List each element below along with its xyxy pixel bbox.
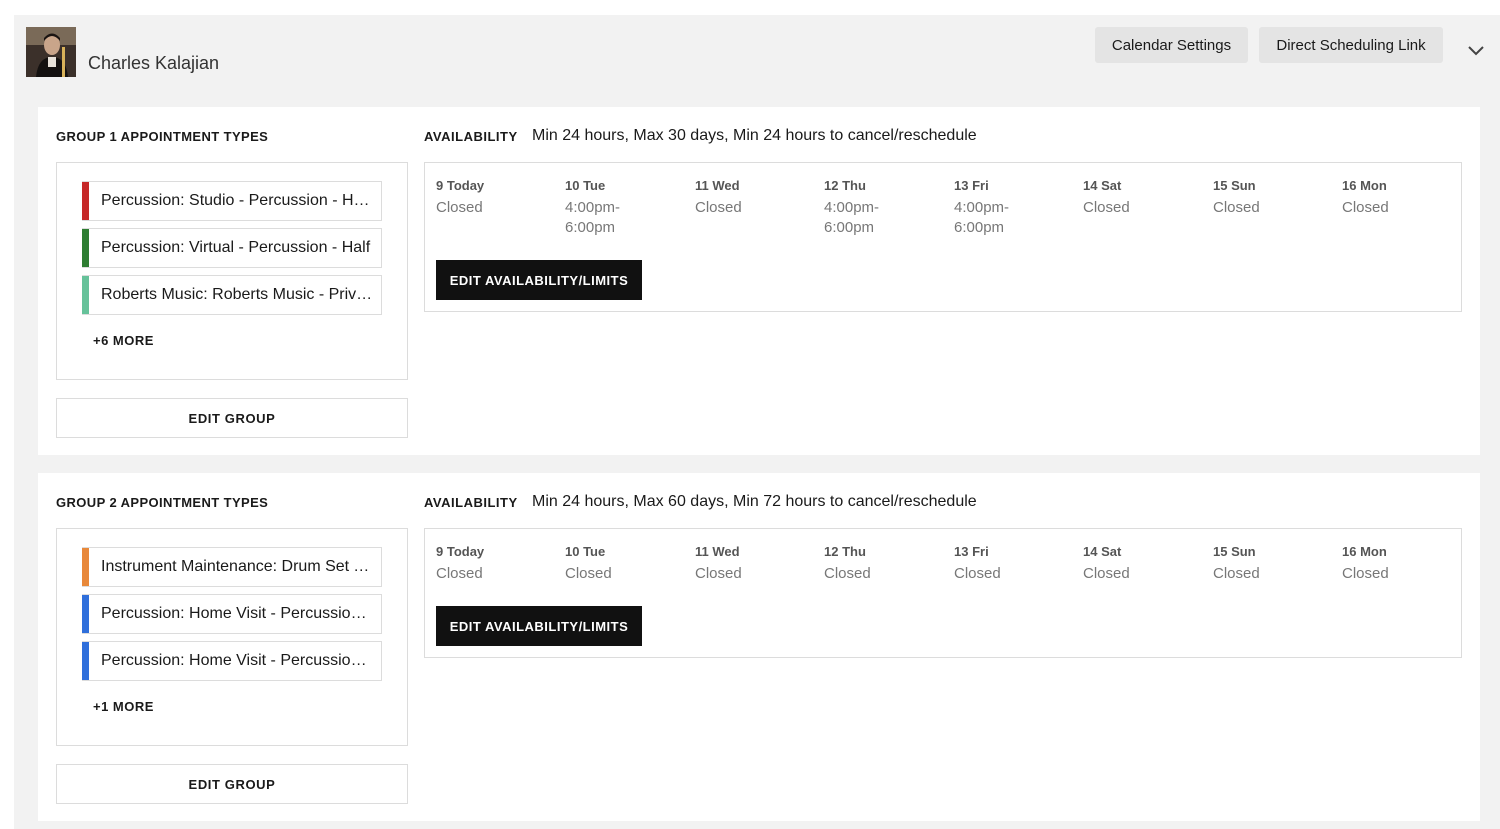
day-name: 12 Thu — [824, 544, 866, 559]
day-name: 9 Today — [436, 544, 485, 559]
more-types-link[interactable]: +6 MORE — [93, 333, 154, 348]
chevron-down-icon[interactable] — [1466, 43, 1486, 57]
appointment-type-item[interactable]: Percussion: Home Visit - Percussion - Ho… — [82, 641, 382, 681]
day-hours: 4:00pm-6:00pm — [824, 199, 880, 236]
day-hours: Closed — [1342, 199, 1389, 216]
day-name: 9 Today — [436, 178, 485, 193]
group-card-1: GROUP 1 APPOINTMENT TYPES Percussion: St… — [38, 107, 1480, 455]
day-name: 13 Fri — [954, 544, 989, 559]
day-hours: Closed — [436, 199, 483, 216]
day-hours: 4:00pm-6:00pm — [565, 199, 621, 236]
appointment-type-label: Roberts Music: Roberts Music - Private L… — [101, 286, 381, 303]
day-hours: Closed — [1083, 199, 1130, 216]
day-column: 12 Thu 4:00pm-6:00pm — [824, 178, 944, 238]
avatar — [26, 27, 76, 77]
day-hours: 4:00pm-6:00pm — [954, 199, 1010, 236]
calendar-settings-button[interactable]: Calendar Settings — [1095, 27, 1248, 63]
day-column: 14 Sat Closed — [1083, 178, 1203, 218]
availability-box: 9 Today Closed 10 Tue Closed 11 Wed Closed … — [424, 528, 1462, 658]
day-hours: Closed — [1213, 199, 1260, 216]
day-hours: Closed — [954, 565, 1001, 582]
day-name: 15 Sun — [1213, 544, 1256, 559]
appointment-type-label: Percussion: Home Visit - Percussion - Ho… — [101, 652, 381, 669]
type-color-bar — [82, 595, 89, 633]
availability-limits-text: Min 24 hours, Max 30 days, Min 24 hours … — [532, 127, 977, 144]
edit-availability-button[interactable]: EDIT AVAILABILITY/LIMITS — [436, 260, 642, 300]
appointment-types-box: Instrument Maintenance: Drum Set Tuning … — [56, 528, 408, 746]
day-name: 10 Tue — [565, 544, 606, 559]
day-column: 12 Thu Closed — [824, 544, 944, 584]
day-column: 9 Today Closed — [436, 544, 556, 584]
day-column: 10 Tue Closed — [565, 544, 685, 584]
day-hours: Closed — [1342, 565, 1389, 582]
day-name: 16 Mon — [1342, 544, 1387, 559]
day-column: 10 Tue 4:00pm-6:00pm — [565, 178, 685, 238]
day-hours: Closed — [824, 565, 871, 582]
user-name: Charles Kalajian — [88, 53, 220, 73]
edit-group-button[interactable]: EDIT GROUP — [56, 764, 408, 804]
day-name: 13 Fri — [954, 178, 989, 193]
day-column: 15 Sun Closed — [1213, 178, 1333, 218]
edit-availability-button[interactable]: EDIT AVAILABILITY/LIMITS — [436, 606, 642, 646]
appointment-type-label: Percussion: Home Visit - Percussion - Ha… — [101, 605, 381, 622]
day-name: 14 Sat — [1083, 544, 1122, 559]
day-column: 13 Fri Closed — [954, 544, 1074, 584]
day-name: 12 Thu — [824, 178, 866, 193]
day-name: 10 Tue — [565, 178, 606, 193]
day-column: 9 Today Closed — [436, 178, 556, 218]
day-hours: Closed — [436, 565, 483, 582]
appointment-type-item[interactable]: Roberts Music: Roberts Music - Private L… — [82, 275, 382, 315]
more-types-link[interactable]: +1 MORE — [93, 699, 154, 714]
type-color-bar — [82, 642, 89, 680]
day-name: 11 Wed — [695, 544, 740, 559]
appointment-types-box: Percussion: Studio - Percussion - Half H… — [56, 162, 408, 380]
day-hours: Closed — [1083, 565, 1130, 582]
day-column: 14 Sat Closed — [1083, 544, 1203, 584]
day-name: 11 Wed — [695, 178, 740, 193]
group-card-2: GROUP 2 APPOINTMENT TYPES Instrument Mai… — [38, 473, 1480, 821]
day-hours: Closed — [1213, 565, 1260, 582]
appointment-type-item[interactable]: Percussion: Home Visit - Percussion - Ha… — [82, 594, 382, 634]
day-name: 16 Mon — [1342, 178, 1387, 193]
type-color-bar — [82, 229, 89, 267]
appointment-type-item[interactable]: Percussion: Virtual - Percussion - Half — [82, 228, 382, 268]
availability-limits-text: Min 24 hours, Max 60 days, Min 72 hours … — [532, 493, 977, 510]
appointment-type-label: Percussion: Virtual - Percussion - Half — [101, 239, 371, 256]
day-column: 15 Sun Closed — [1213, 544, 1333, 584]
type-color-bar — [82, 548, 89, 586]
day-column: 16 Mon Closed — [1342, 544, 1462, 584]
day-column: 16 Mon Closed — [1342, 178, 1462, 218]
direct-scheduling-link-button[interactable]: Direct Scheduling Link — [1259, 27, 1443, 63]
calendar-panel: Charles Kalajian Calendar Settings Direc… — [14, 15, 1500, 829]
availability-label: AVAILABILITY — [424, 129, 518, 144]
day-column: 11 Wed Closed — [695, 544, 815, 584]
availability-label: AVAILABILITY — [424, 495, 518, 510]
group-title: GROUP 2 APPOINTMENT TYPES — [56, 495, 269, 510]
day-name: 15 Sun — [1213, 178, 1256, 193]
day-column: 13 Fri 4:00pm-6:00pm — [954, 178, 1074, 238]
appointment-type-label: Instrument Maintenance: Drum Set Tuning — [101, 558, 381, 575]
day-hours: Closed — [565, 565, 612, 582]
appointment-type-item[interactable]: Percussion: Studio - Percussion - Half H… — [82, 181, 382, 221]
appointment-type-item[interactable]: Instrument Maintenance: Drum Set Tuning — [82, 547, 382, 587]
appointment-type-label: Percussion: Studio - Percussion - Half H… — [101, 192, 381, 209]
day-hours: Closed — [695, 565, 742, 582]
day-column: 11 Wed Closed — [695, 178, 815, 218]
day-name: 14 Sat — [1083, 178, 1122, 193]
day-hours: Closed — [695, 199, 742, 216]
edit-group-button[interactable]: EDIT GROUP — [56, 398, 408, 438]
group-title: GROUP 1 APPOINTMENT TYPES — [56, 129, 269, 144]
availability-box: 9 Today Closed 10 Tue 4:00pm-6:00pm 11 Wed… — [424, 162, 1462, 312]
avatar-photo — [26, 27, 76, 77]
type-color-bar — [82, 276, 89, 314]
type-color-bar — [82, 182, 89, 220]
